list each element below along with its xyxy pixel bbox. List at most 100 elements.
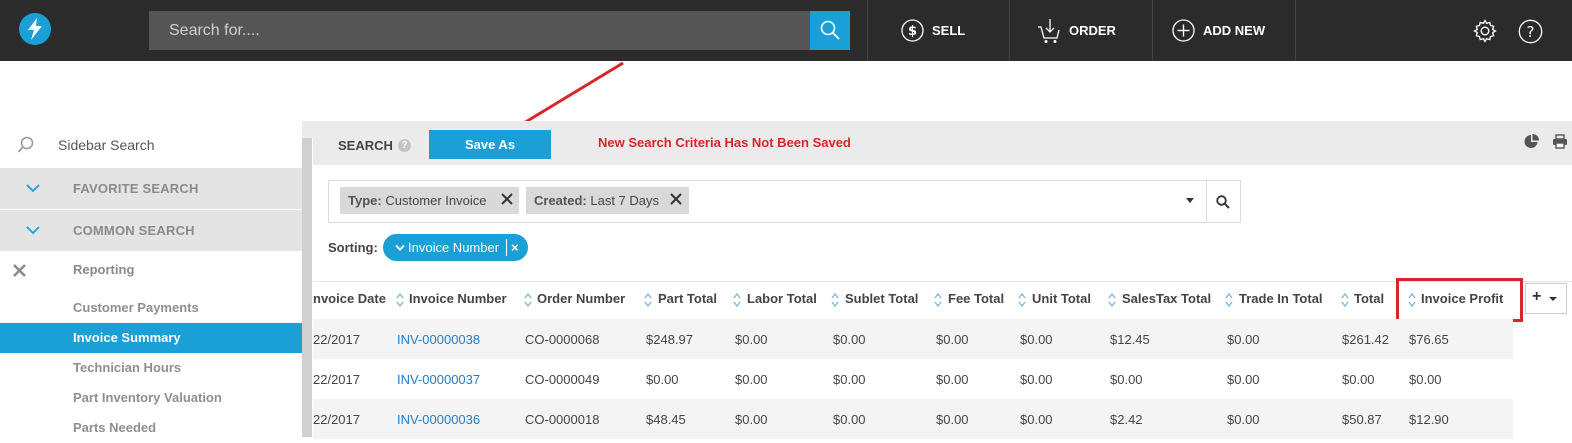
table-cell: $48.45 bbox=[646, 412, 686, 427]
plus-icon: + bbox=[1532, 288, 1542, 305]
table-cell: $248.97 bbox=[646, 332, 693, 347]
column-header[interactable]: nvoice Date bbox=[313, 291, 386, 306]
add-new-button[interactable]: ADD NEW bbox=[1172, 0, 1265, 61]
sidebar-scrollbar[interactable] bbox=[302, 138, 312, 437]
table-cell: $0.00 bbox=[1020, 372, 1053, 387]
table-cell: $0.00 bbox=[1227, 412, 1260, 427]
remove-filter-icon[interactable] bbox=[501, 193, 513, 205]
table-row[interactable] bbox=[313, 319, 1513, 359]
nav-divider bbox=[1009, 0, 1010, 61]
column-header[interactable]: Total bbox=[1354, 291, 1384, 306]
print-icon[interactable] bbox=[1552, 134, 1568, 149]
pie-chart-icon[interactable] bbox=[1524, 134, 1539, 149]
column-header[interactable]: Part Total bbox=[658, 291, 717, 306]
table-cell: $12.90 bbox=[1409, 412, 1449, 427]
remove-filter-icon[interactable] bbox=[670, 193, 682, 205]
sell-label: SELL bbox=[932, 23, 966, 38]
column-header[interactable]: SalesTax Total bbox=[1122, 291, 1211, 306]
table-cell: $0.00 bbox=[1110, 372, 1143, 387]
sidebar-item-part-inventory-valuation[interactable]: Part Inventory Valuation bbox=[0, 383, 302, 413]
table-cell: $0.00 bbox=[1020, 412, 1053, 427]
chevron-down-icon bbox=[395, 244, 405, 251]
global-search-box bbox=[149, 11, 810, 50]
invoice-number-link[interactable]: INV-00000037 bbox=[397, 372, 480, 387]
table-cell: $0.00 bbox=[936, 372, 969, 387]
search-icon[interactable] bbox=[1216, 195, 1230, 209]
filter-chip-key: Type: bbox=[348, 193, 382, 208]
global-search-button[interactable] bbox=[810, 11, 850, 50]
table-cell: 22/2017 bbox=[313, 372, 360, 387]
column-header[interactable]: Unit Total bbox=[1032, 291, 1091, 306]
table-cell: 22/2017 bbox=[313, 412, 360, 427]
favorite-search-section[interactable]: FAVORITE SEARCH bbox=[0, 168, 302, 209]
sell-button[interactable]: $ SELL bbox=[901, 0, 965, 61]
column-header[interactable]: Labor Total bbox=[747, 291, 817, 306]
filter-chip-type[interactable]: Type: Customer Invoice bbox=[340, 187, 519, 214]
app-logo-icon[interactable] bbox=[19, 13, 51, 45]
table-cell: $0.00 bbox=[735, 372, 768, 387]
table-cell: $0.00 bbox=[1227, 372, 1260, 387]
order-button[interactable]: ORDER bbox=[1037, 0, 1116, 61]
column-header[interactable]: Trade In Total bbox=[1239, 291, 1323, 306]
settings-button[interactable] bbox=[1473, 19, 1497, 48]
nav-divider bbox=[1152, 0, 1153, 61]
favorite-search-label: FAVORITE SEARCH bbox=[73, 181, 199, 196]
unsaved-warning: New Search Criteria Has Not Been Saved bbox=[598, 135, 851, 150]
filter-chip-value: Last 7 Days bbox=[590, 193, 660, 208]
sort-arrows-icon[interactable] bbox=[1341, 292, 1349, 308]
sidebar-search[interactable]: Sidebar Search bbox=[0, 121, 302, 168]
svg-text:?: ? bbox=[1527, 23, 1535, 41]
question-circle-icon: ? bbox=[1518, 19, 1543, 44]
sort-chip[interactable]: Invoice Number × bbox=[383, 234, 528, 261]
sort-arrows-icon[interactable] bbox=[934, 292, 942, 308]
close-icon bbox=[13, 264, 26, 277]
add-column-button[interactable]: + bbox=[1525, 283, 1567, 314]
reporting-section[interactable]: Reporting bbox=[0, 250, 302, 290]
sort-arrows-icon[interactable] bbox=[524, 292, 532, 308]
sort-chip-label: Invoice Number bbox=[408, 240, 500, 255]
sort-arrows-icon[interactable] bbox=[1225, 292, 1233, 308]
column-header[interactable]: Order Number bbox=[537, 291, 625, 306]
remove-sort-icon[interactable]: × bbox=[511, 234, 519, 261]
table-cell: $0.00 bbox=[1342, 372, 1375, 387]
sort-arrows-icon[interactable] bbox=[831, 292, 839, 308]
sort-arrows-icon[interactable] bbox=[644, 292, 652, 308]
sidebar-item-parts-needed[interactable]: Parts Needed bbox=[0, 413, 302, 443]
table-cell: $2.42 bbox=[1110, 412, 1143, 427]
column-header[interactable]: Invoice Number bbox=[409, 291, 507, 306]
table-cell: $0.00 bbox=[735, 332, 768, 347]
sidebar: Sidebar Search FAVORITE SEARCH COMMON SE… bbox=[0, 121, 302, 437]
table-cell: CO-0000049 bbox=[525, 372, 600, 387]
help-icon[interactable]: ? bbox=[398, 139, 411, 152]
sort-arrows-icon[interactable] bbox=[733, 292, 741, 308]
sidebar-item-technician-hours[interactable]: Technician Hours bbox=[0, 353, 302, 383]
common-search-section[interactable]: COMMON SEARCH bbox=[0, 210, 302, 251]
sort-arrows-icon[interactable] bbox=[396, 292, 404, 308]
table-cell: $12.45 bbox=[1110, 332, 1150, 347]
table-cell: $261.42 bbox=[1342, 332, 1389, 347]
search-icon bbox=[820, 20, 840, 40]
add-new-label: ADD NEW bbox=[1203, 23, 1266, 38]
search-label: SEARCH bbox=[338, 138, 393, 153]
invoice-number-link[interactable]: INV-00000036 bbox=[397, 412, 480, 427]
sort-arrows-icon[interactable] bbox=[1108, 292, 1116, 308]
sidebar-item-invoice-summary[interactable]: Invoice Summary bbox=[0, 323, 302, 353]
filter-dropdown-caret-icon[interactable] bbox=[1186, 198, 1194, 203]
common-search-label: COMMON SEARCH bbox=[73, 223, 195, 238]
reporting-label: Reporting bbox=[73, 262, 135, 277]
table-cell: $0.00 bbox=[1409, 372, 1442, 387]
invoice-number-link[interactable]: INV-00000038 bbox=[397, 332, 480, 347]
global-search-input[interactable] bbox=[149, 11, 810, 50]
table-row[interactable] bbox=[313, 359, 1513, 399]
sort-arrows-icon[interactable] bbox=[1018, 292, 1026, 308]
table-row[interactable] bbox=[313, 399, 1513, 439]
column-header[interactable]: Fee Total bbox=[948, 291, 1004, 306]
filter-chip-created[interactable]: Created: Last 7 Days bbox=[526, 187, 689, 214]
help-button[interactable]: ? bbox=[1518, 19, 1543, 49]
column-header[interactable]: Sublet Total bbox=[845, 291, 918, 306]
table-cell: 22/2017 bbox=[313, 332, 360, 347]
filter-divider bbox=[1206, 181, 1207, 222]
cart-download-icon bbox=[1038, 18, 1060, 43]
save-as-button[interactable]: Save As bbox=[429, 130, 551, 159]
sidebar-item-customer-payments[interactable]: Customer Payments bbox=[0, 293, 302, 323]
